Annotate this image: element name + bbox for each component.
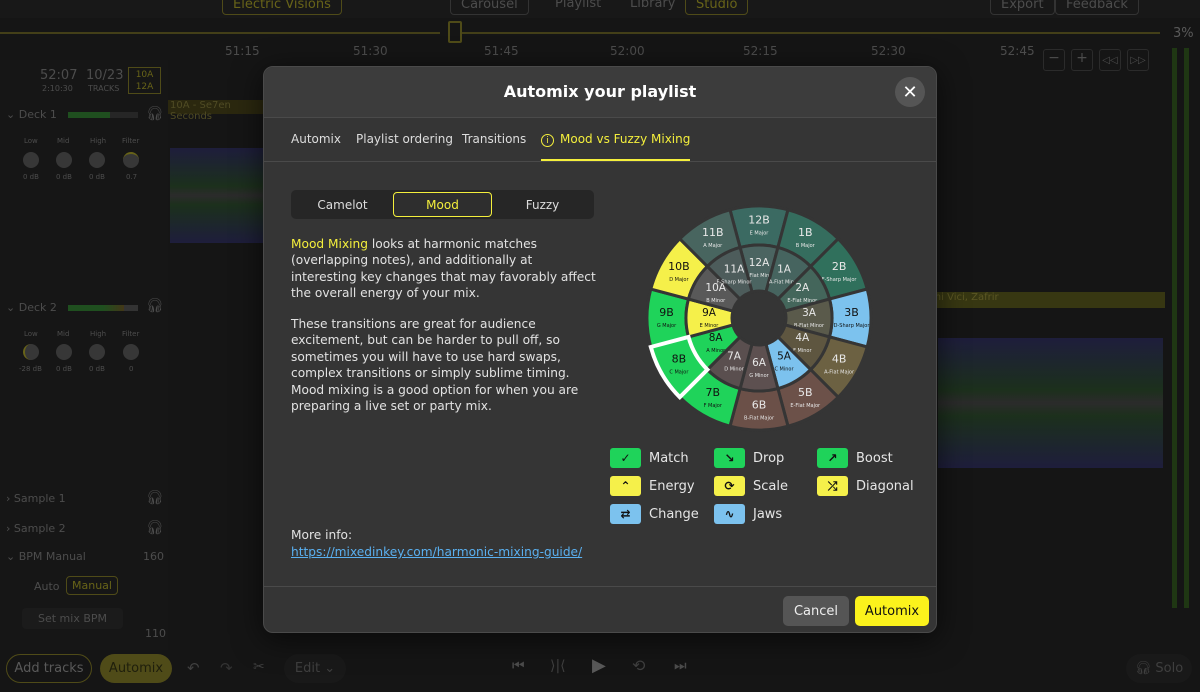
legend-item-energy: ⌃ Energy [610,476,695,496]
legend-item-jaws: ∿ Jaws [714,504,782,524]
segment-mood[interactable]: Mood [393,192,492,217]
segment-code: 7A [727,350,742,362]
segment-code: 3A [802,307,817,319]
legend-item-match: ✓ Match [610,448,689,468]
legend-label: Match [649,450,689,466]
automix-button[interactable]: Automix [855,596,929,626]
segment-key: A Minor [706,348,726,354]
segment-code: 1B [798,226,813,239]
segment-key: C Minor [774,366,794,372]
dialog-footer-divider [264,586,936,587]
dialog-header: Automix your playlist ✕ [264,67,936,118]
segment-code: 6B [752,399,767,412]
segment-code: 9A [702,307,717,319]
wave-icon: ∿ [714,504,745,524]
segment-key: D Major [669,277,689,283]
segment-camelot[interactable]: Camelot [293,192,392,217]
segment-code: 4A [795,332,810,344]
legend-item-drop: ↘ Drop [714,448,784,468]
segment-code: 11A [724,264,745,276]
legend-label: Drop [753,450,785,466]
legend-label: Energy [649,478,695,494]
dialog-tabs: Automix Playlist ordering Transitions iM… [264,119,936,162]
segment-key: B Minor [706,298,726,304]
description-paragraph-1: Mood Mixing looks at harmonic matches (o… [291,236,601,302]
segment-key: B Major [796,243,816,249]
segment-key: E-Flat Major [790,403,821,409]
segment-code: 8A [709,332,724,344]
close-button[interactable]: ✕ [895,77,925,107]
segment-key: G Minor [749,373,769,379]
segment-code: 4B [832,352,847,365]
segment-code: 2B [832,260,847,273]
arrow-down-right-icon: ↘ [714,448,745,468]
tab-playlist-ordering[interactable]: Playlist ordering [356,132,453,146]
arrow-up-right-icon: ↗ [817,448,848,468]
segment-code: 1A [777,264,792,276]
segment-code: 8B [672,352,687,365]
segment-code: 11B [702,226,724,239]
segment-key: G Major [657,323,677,329]
tab-label: Mood vs Fuzzy Mixing [560,132,691,146]
segment-code: 5A [777,350,792,362]
close-icon: ✕ [902,81,918,103]
swap-icon: ⇄ [610,504,641,524]
segment-key: C Major [669,369,689,375]
segment-key: F Major [704,403,723,409]
tab-transitions[interactable]: Transitions [462,132,526,146]
legend-label: Jaws [753,506,783,522]
segment-code: 6A [752,357,767,369]
shuffle-icon: ⤮ [817,476,848,496]
legend-label: Diagonal [856,478,914,494]
segment-code: 9B [659,306,674,319]
segment-key: B-Flat Major [744,416,775,422]
segment-code: 10B [668,260,690,273]
harmonic-mixing-guide-link[interactable]: https://mixedinkey.com/harmonic-mixing-g… [291,544,601,560]
segment-code: 12B [748,214,770,227]
segment-key: A Major [703,243,723,249]
segment-key: F-Sharp Minor [717,280,753,286]
legend-item-diagonal: ⤮ Diagonal [817,476,914,496]
double-chevron-up-icon: ⌃ [610,476,641,496]
segment-key: E Major [750,231,770,237]
legend-item-boost: ↗ Boost [817,448,893,468]
description-paragraph-2: These transitions are great for audience… [291,317,579,414]
info-icon: i [541,134,554,147]
segment-code: 3B [844,306,859,319]
segment-key: E Minor [700,323,720,329]
segment-code: 2A [795,282,810,294]
segment-key: F-Sharp Major [822,277,858,283]
mixing-mode-selector: Camelot Mood Fuzzy [291,190,594,219]
more-info-label: More info: [291,528,353,542]
segment-key: D Minor [724,366,744,372]
tab-mood-vs-fuzzy[interactable]: i Mood vs Fuzzy Mixing [541,132,691,161]
legend-label: Scale [753,478,788,494]
segment-code: 5B [798,386,813,399]
segment-fuzzy[interactable]: Fuzzy [493,192,592,217]
legend-label: Change [649,506,699,522]
check-icon: ✓ [610,448,641,468]
dialog-title: Automix your playlist [503,82,697,101]
legend-item-change: ⇄ Change [610,504,699,524]
segment-code: 12A [749,257,770,269]
automix-dialog: Automix your playlist ✕ Automix Playlist… [263,66,937,633]
segment-key: D-Sharp Major [834,323,871,329]
cancel-button[interactable]: Cancel [783,596,849,626]
segment-key: A-Flat Major [824,369,855,375]
camelot-mood-wheel: 12B E Major 1B B Major 2B F-Sharp Major 3B D-Sh… [645,204,873,432]
refresh-icon: ⟳ [714,476,745,496]
tab-automix[interactable]: Automix [291,132,341,146]
legend-label: Boost [856,450,893,466]
mood-mixing-highlight: Mood Mixing [291,237,368,251]
segment-code: 7B [705,386,720,399]
legend-item-scale: ⟳ Scale [714,476,788,496]
